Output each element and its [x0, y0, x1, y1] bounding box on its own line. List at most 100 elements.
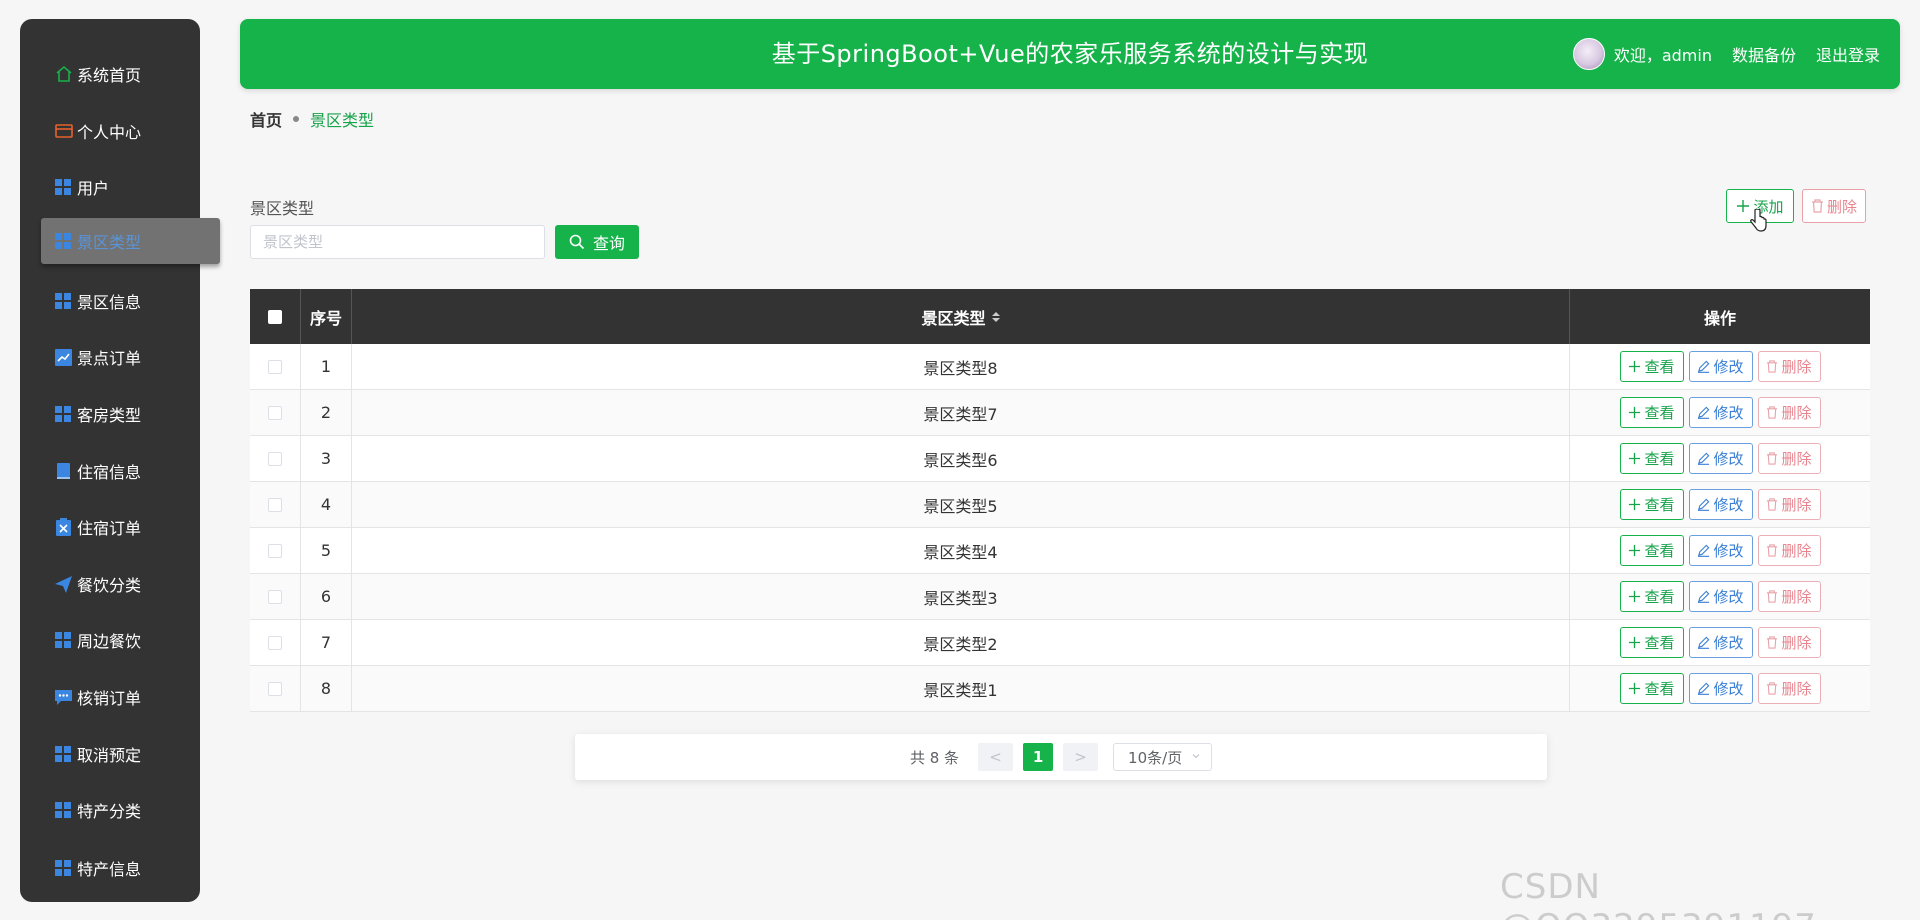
view-button[interactable]: 查看	[1619, 397, 1684, 428]
row-checkbox[interactable]	[268, 497, 282, 512]
row-checkbox[interactable]	[268, 359, 282, 374]
row-checkbox[interactable]	[268, 405, 282, 420]
delete-button[interactable]: 删除	[1757, 397, 1821, 428]
sidebar-item-attraction-orders[interactable]: 景点订单	[20, 334, 200, 380]
sidebar-item-label: 用户	[77, 179, 110, 198]
delete-button[interactable]: 删除	[1757, 489, 1821, 520]
sidebar-item-label: 取消预定	[77, 746, 142, 765]
row-checkbox[interactable]	[268, 589, 282, 604]
edit-button[interactable]: 修改	[1688, 351, 1753, 382]
edit-button-label: 修改	[1713, 634, 1744, 652]
row-select[interactable]	[250, 620, 301, 665]
home-icon	[54, 65, 73, 84]
page-number-button[interactable]: 1	[1023, 743, 1054, 771]
edit-button[interactable]: 修改	[1688, 535, 1753, 566]
row-checkbox[interactable]	[268, 635, 282, 650]
logout-link[interactable]: 退出登录	[1816, 42, 1880, 66]
sort-icon[interactable]	[991, 311, 1000, 322]
sidebar-item-home[interactable]: 系统首页	[20, 51, 200, 97]
edit-button[interactable]: 修改	[1688, 397, 1753, 428]
avatar[interactable]	[1572, 38, 1605, 70]
query-button[interactable]: 查询	[555, 225, 639, 259]
view-button[interactable]: 查看	[1619, 627, 1684, 658]
grid-icon	[54, 745, 73, 764]
edit-button[interactable]: 修改	[1688, 489, 1753, 520]
sidebar: 系统首页 个人中心 用户 景区类型 景区信息 景点订单 客房类型 住宿信息 住宿…	[20, 19, 220, 902]
sidebar-item-lodging-info[interactable]: 住宿信息	[20, 448, 200, 494]
row-select[interactable]	[250, 528, 301, 573]
view-button-label: 查看	[1644, 680, 1675, 698]
row-select[interactable]	[250, 666, 301, 711]
breadcrumb-home[interactable]: 首页	[250, 107, 282, 131]
id-card-icon	[54, 122, 73, 141]
next-page-button[interactable]: >	[1063, 743, 1099, 771]
sidebar-item-specialty-category[interactable]: 特产分类	[20, 787, 200, 833]
row-actions: 查看 修改 删除	[1570, 482, 1870, 527]
view-button[interactable]: 查看	[1619, 535, 1684, 566]
row-select[interactable]	[250, 390, 301, 435]
sidebar-item-label: 特产信息	[77, 860, 142, 879]
row-select[interactable]	[250, 436, 301, 481]
row-select[interactable]	[250, 344, 301, 389]
view-button[interactable]: 查看	[1619, 489, 1684, 520]
row-checkbox[interactable]	[268, 543, 282, 558]
view-button[interactable]: 查看	[1619, 673, 1684, 704]
sidebar-item-room-type[interactable]: 客房类型	[20, 391, 200, 437]
edit-button[interactable]: 修改	[1688, 581, 1753, 612]
sidebar-item-scenic-info[interactable]: 景区信息	[20, 278, 200, 324]
sidebar-item-specialty-info[interactable]: 特产信息	[20, 845, 200, 891]
sidebar-item-personal-center[interactable]: 个人中心	[20, 108, 200, 154]
header-select-all[interactable]	[250, 289, 301, 344]
sidebar-item-verify-orders[interactable]: 核销订单	[20, 674, 200, 720]
sidebar-item-nearby-dining[interactable]: 周边餐饮	[20, 617, 200, 663]
view-button[interactable]: 查看	[1619, 443, 1684, 474]
edit-button-label: 修改	[1713, 496, 1744, 514]
delete-button[interactable]: 删除	[1757, 627, 1821, 658]
edit-icon	[1697, 452, 1710, 465]
row-checkbox[interactable]	[268, 451, 282, 466]
view-button[interactable]: 查看	[1619, 581, 1684, 612]
edit-button[interactable]: 修改	[1688, 673, 1753, 704]
trash-icon	[1766, 452, 1778, 465]
row-index: 3	[301, 436, 352, 481]
batch-delete-button[interactable]: 删除	[1802, 189, 1866, 223]
batch-delete-button-label: 删除	[1826, 197, 1857, 216]
delete-button[interactable]: 删除	[1757, 443, 1821, 474]
delete-button[interactable]: 删除	[1757, 351, 1821, 382]
edit-icon	[1697, 544, 1710, 557]
delete-button[interactable]: 删除	[1757, 581, 1821, 612]
sidebar-item-label: 景区类型	[77, 233, 142, 252]
trash-icon	[1766, 544, 1778, 557]
delete-button[interactable]: 删除	[1757, 673, 1821, 704]
edit-button[interactable]: 修改	[1688, 627, 1753, 658]
header-type-label: 景区类型	[921, 308, 986, 328]
pagination-total: 共 8 条	[909, 748, 960, 767]
view-button[interactable]: 查看	[1619, 351, 1684, 382]
grid-icon	[54, 405, 73, 424]
edit-icon	[1697, 360, 1710, 373]
sidebar-item-dining-category[interactable]: 餐饮分类	[20, 561, 200, 607]
breadcrumb-separator	[293, 116, 300, 122]
edit-button[interactable]: 修改	[1688, 443, 1753, 474]
sidebar-item-label: 餐饮分类	[77, 576, 142, 595]
row-checkbox[interactable]	[268, 681, 282, 696]
data-backup-link[interactable]: 数据备份	[1732, 42, 1796, 66]
row-select[interactable]	[250, 482, 301, 527]
grid-icon	[54, 801, 73, 820]
row-actions: 查看 修改 删除	[1570, 620, 1870, 665]
header-bar: 基于SpringBoot+Vue的农家乐服务系统的设计与实现 欢迎，admin …	[240, 19, 1900, 89]
edit-button-label: 修改	[1713, 358, 1744, 376]
header-type[interactable]: 景区类型	[352, 289, 1570, 344]
select-all-checkbox[interactable]	[268, 309, 282, 324]
sidebar-item-scenic-type[interactable]: 景区类型	[41, 218, 220, 264]
delete-button[interactable]: 删除	[1757, 535, 1821, 566]
sidebar-item-user[interactable]: 用户	[20, 164, 200, 210]
page-size-select[interactable]: 10条/页	[1113, 743, 1213, 771]
row-index: 1	[301, 344, 352, 389]
prev-page-button[interactable]: <	[978, 743, 1014, 771]
sidebar-item-cancel-booking[interactable]: 取消预定	[20, 731, 200, 777]
row-select[interactable]	[250, 574, 301, 619]
sidebar-item-label: 住宿订单	[77, 519, 142, 538]
sidebar-item-lodging-orders[interactable]: 住宿订单	[20, 504, 200, 550]
search-input[interactable]	[250, 225, 545, 259]
